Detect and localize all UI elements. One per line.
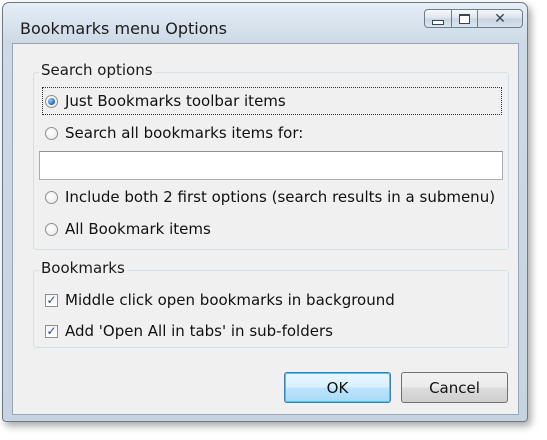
radio-all-bookmarks[interactable]: All Bookmark items: [45, 217, 211, 241]
maximize-button[interactable]: [451, 9, 478, 28]
checkbox-label: Middle click open bookmarks in backgroun…: [65, 291, 395, 309]
radio-button: [45, 126, 58, 140]
radio-include-both[interactable]: Include both 2 first options (search res…: [45, 185, 495, 209]
radio-label: Include both 2 first options (search res…: [65, 188, 496, 206]
search-options-legend: Search options: [39, 61, 155, 79]
radio-label: Search all bookmarks items for:: [65, 124, 304, 142]
radio-label: All Bookmark items: [65, 220, 211, 238]
radio-just-toolbar[interactable]: Just Bookmarks toolbar items: [42, 87, 502, 115]
radio-button: [45, 190, 58, 204]
checkbox-middle-click[interactable]: ✓ Middle click open bookmarks in backgro…: [45, 288, 395, 312]
search-text-field[interactable]: [39, 151, 503, 180]
maximize-icon: [459, 13, 470, 24]
radio-button: [45, 222, 58, 236]
checkbox-checked: ✓: [45, 323, 58, 338]
close-icon: ✕: [494, 10, 506, 27]
checkbox-open-all-tabs[interactable]: ✓ Add 'Open All in tabs' in sub-folders: [45, 319, 333, 343]
window-title: Bookmarks menu Options: [20, 19, 228, 38]
checkmark-icon: ✓: [46, 292, 57, 307]
caption-buttons: ✕: [424, 9, 523, 28]
title-bar[interactable]: Bookmarks menu Options ✕: [3, 3, 527, 43]
dialog-client-area: Search options Just Bookmarks toolbar it…: [12, 43, 519, 415]
ok-button[interactable]: OK: [284, 372, 391, 403]
radio-button-selected: [45, 94, 58, 108]
dialog-window: Bookmarks menu Options ✕ Search options …: [2, 2, 528, 422]
minimize-icon: [432, 19, 444, 25]
checkbox-label: Add 'Open All in tabs' in sub-folders: [65, 322, 333, 340]
radio-search-all[interactable]: Search all bookmarks items for:: [45, 121, 303, 145]
cancel-button[interactable]: Cancel: [401, 372, 508, 403]
bookmarks-legend: Bookmarks: [39, 259, 127, 277]
checkmark-icon: ✓: [46, 323, 57, 338]
checkbox-checked: ✓: [45, 292, 58, 307]
minimize-button[interactable]: [424, 9, 452, 28]
radio-label: Just Bookmarks toolbar items: [65, 92, 286, 110]
close-button[interactable]: ✕: [477, 9, 523, 28]
